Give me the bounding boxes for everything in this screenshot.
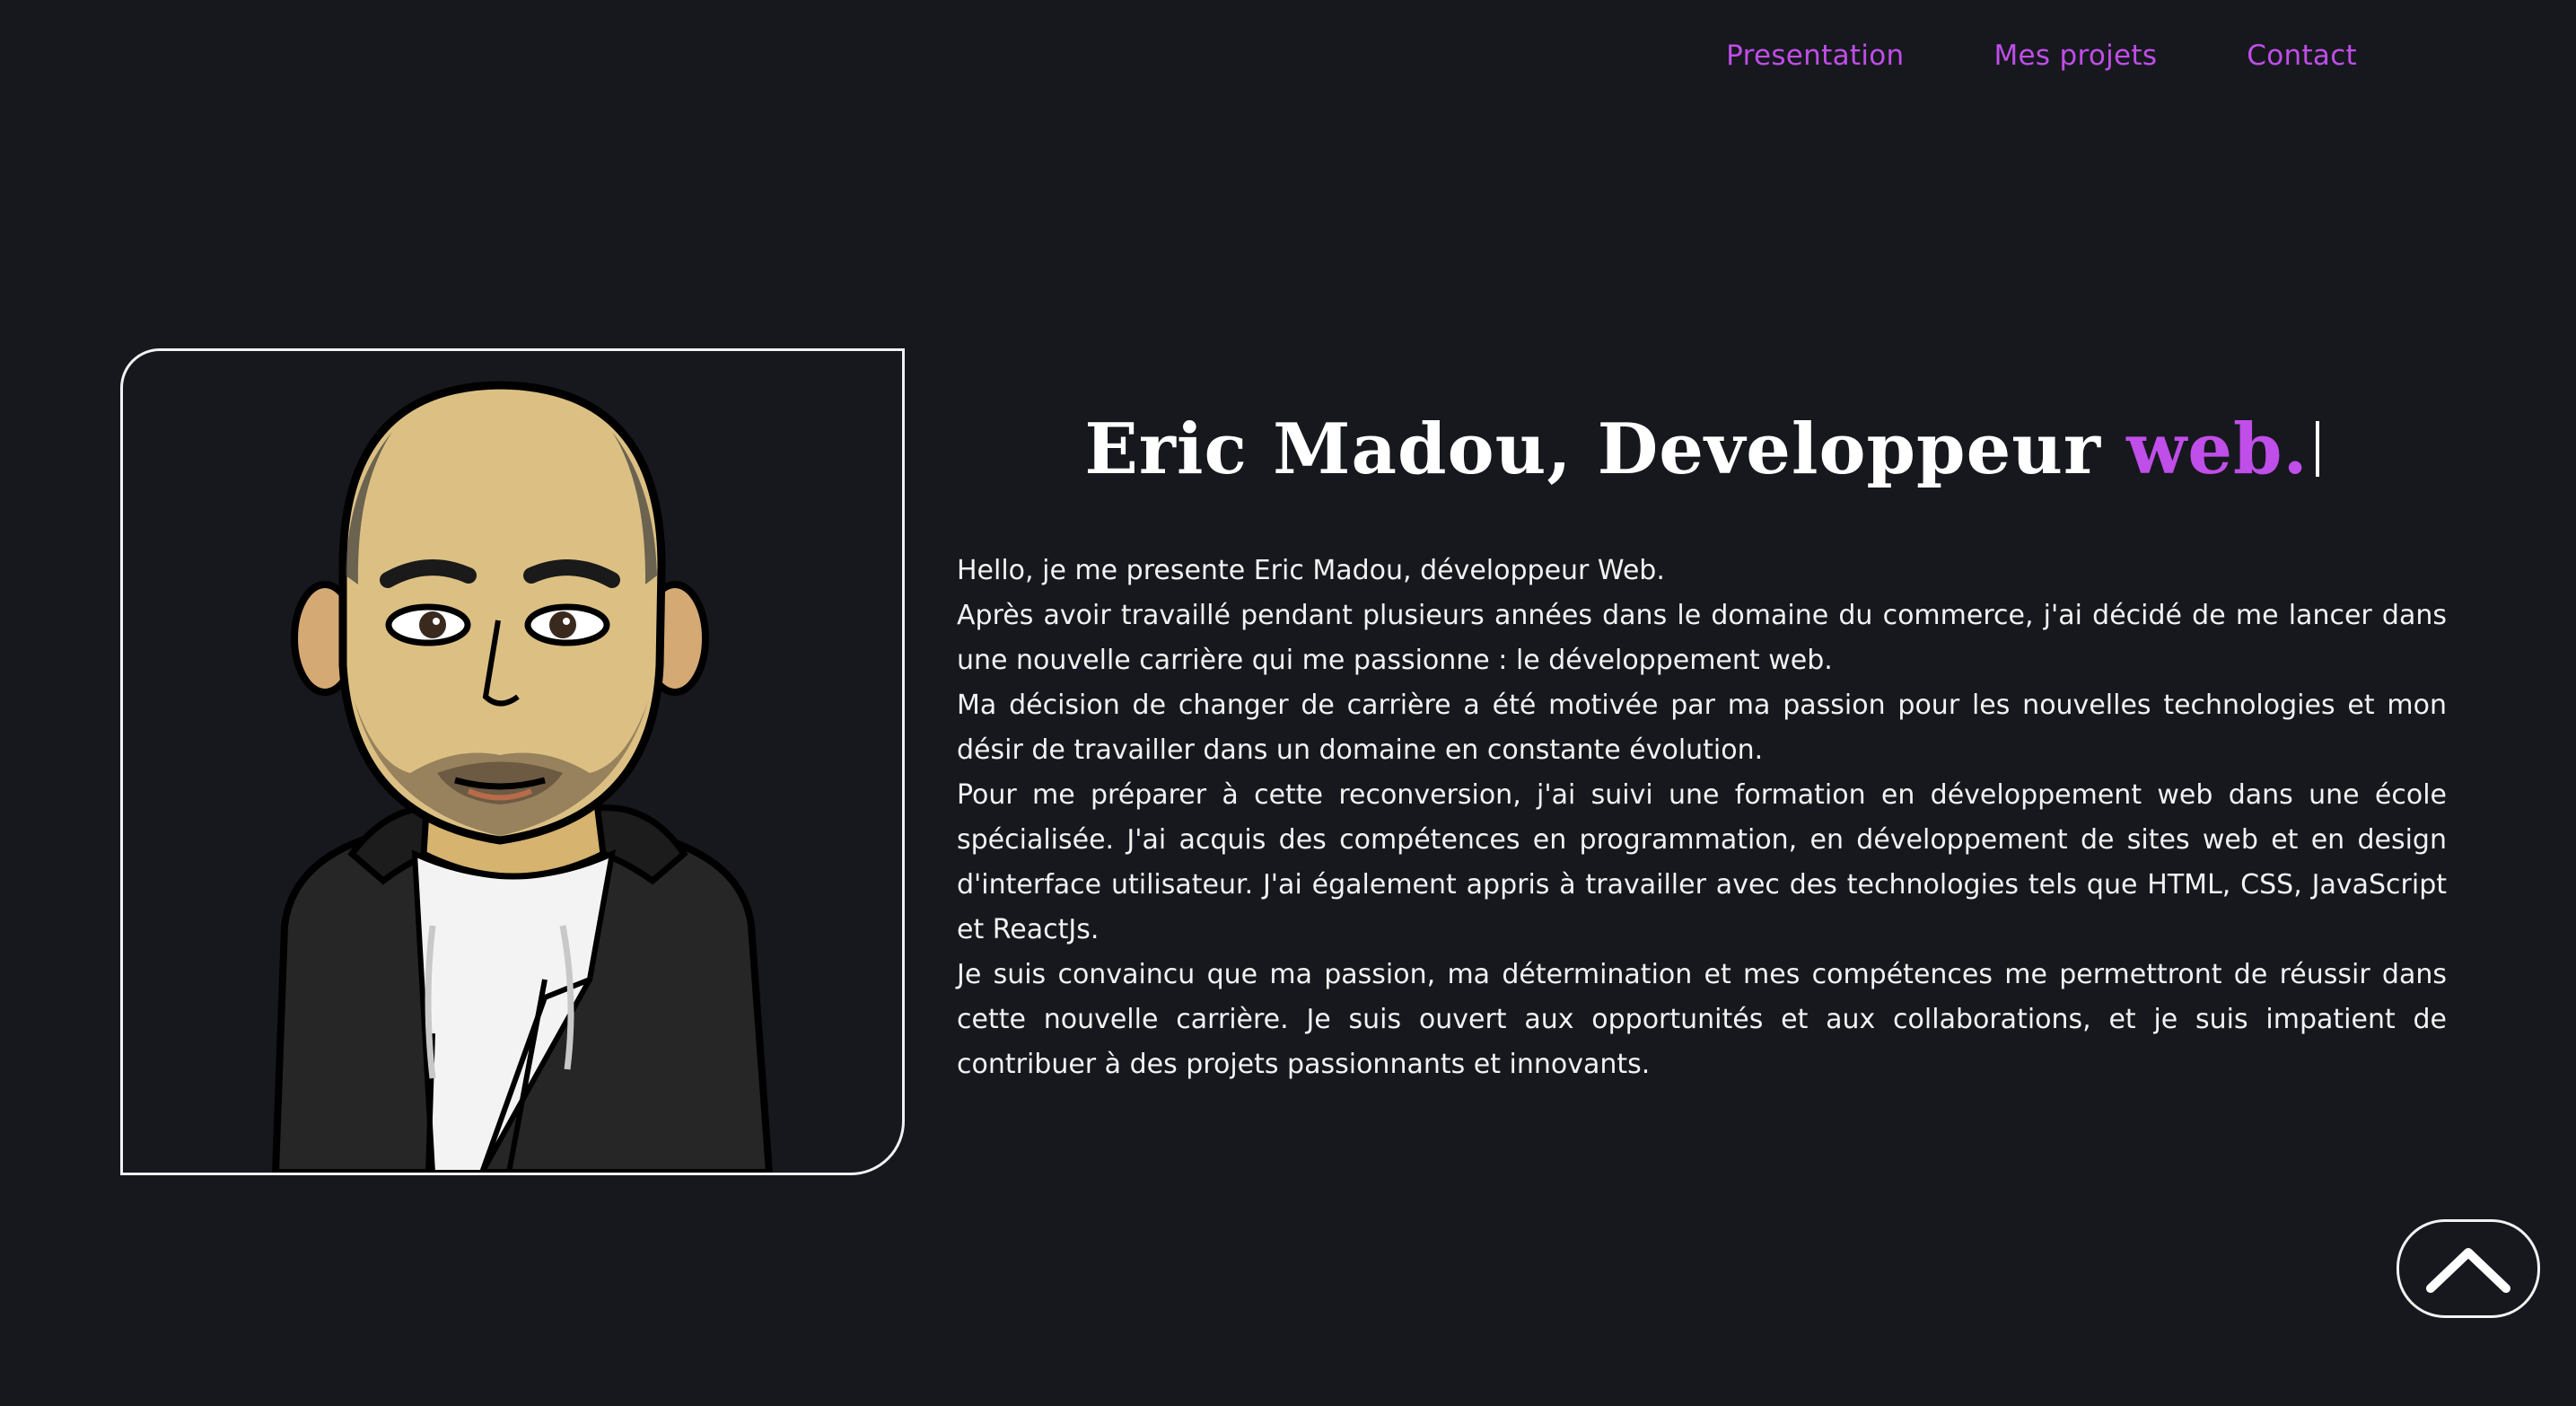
- bio-paragraph: Pour me préparer à cette reconversion, j…: [957, 779, 2447, 946]
- bio-paragraph: Ma décision de changer de carrière a été…: [957, 690, 2447, 767]
- nav-link-projects[interactable]: Mes projets: [1993, 40, 2157, 72]
- title-main: Eric Madou, Developpeur: [1084, 409, 2127, 490]
- bio-paragraph: Je suis convaincu que ma passion, ma dét…: [957, 959, 2447, 1081]
- nav-link-presentation[interactable]: Presentation: [1726, 40, 1904, 72]
- bio-paragraph: Hello, je me presente Eric Madou, dévelo…: [957, 555, 1665, 587]
- nav-link-contact[interactable]: Contact: [2247, 40, 2357, 72]
- title-accent: web.: [2126, 409, 2309, 490]
- scroll-top-button[interactable]: [2396, 1219, 2540, 1318]
- avatar-frame: [120, 348, 905, 1175]
- chevron-up-icon: [2426, 1248, 2510, 1293]
- typing-cursor: [2315, 421, 2319, 477]
- main-nav: Presentation Mes projets Contact: [1726, 40, 2357, 72]
- avatar: [271, 381, 774, 1173]
- bio-text: Hello, je me presente Eric Madou, dévelo…: [957, 549, 2447, 1087]
- bio-paragraph: Après avoir travaillé pendant plusieurs …: [957, 600, 2447, 677]
- page-title: Eric Madou, Developpeur web.: [957, 404, 2447, 495]
- presentation-section: Eric Madou, Developpeur web. Hello, je m…: [957, 404, 2447, 1087]
